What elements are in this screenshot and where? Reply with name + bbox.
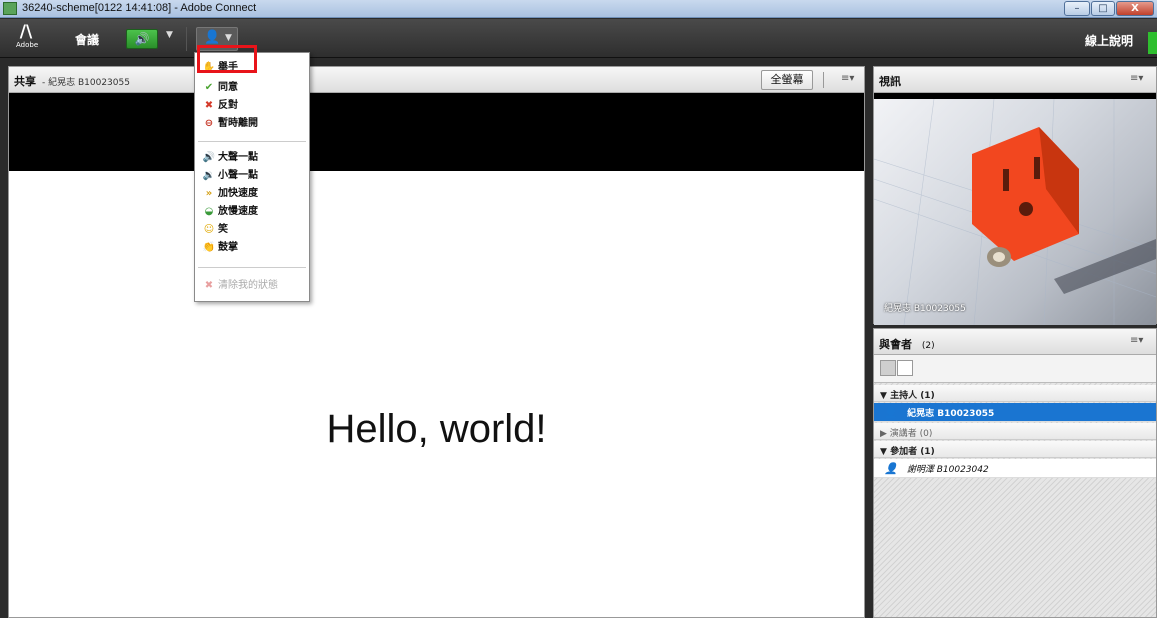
status-dropdown-icon: ▼ bbox=[225, 33, 232, 43]
share-pod-header: 共享 - 紀晃志 B10023055 全螢幕 ≡▾ bbox=[9, 67, 864, 93]
applause-icon: 👏 bbox=[202, 242, 216, 253]
share-pod-title: 共享 - 紀晃志 B10023055 bbox=[14, 73, 130, 89]
attendees-pod-menu-icon[interactable]: ≡▾ bbox=[1130, 335, 1143, 346]
share-pod-menu-icon[interactable]: ≡▾ bbox=[841, 73, 854, 84]
video-feed-image bbox=[874, 99, 1156, 325]
close-button[interactable]: X bbox=[1116, 1, 1154, 16]
attendees-count: (2) bbox=[921, 341, 935, 351]
clear-status-icon: ✖ bbox=[204, 280, 214, 291]
group-presenters[interactable]: ▶ 演講者 (0) bbox=[874, 423, 1156, 440]
share-pod: 共享 - 紀晃志 B10023055 全螢幕 ≡▾ Hello, world! bbox=[8, 66, 865, 618]
softer-icon: 🔉 bbox=[202, 170, 216, 181]
attendees-pod-header: 與會者 (2) ≡▾ bbox=[874, 329, 1156, 355]
speed-up-icon: » bbox=[205, 188, 213, 199]
attendees-title-text: 與會者 bbox=[879, 338, 912, 351]
step-away-icon: ⊖ bbox=[204, 118, 214, 129]
speaker-dropdown-icon[interactable]: ▼ bbox=[166, 30, 173, 40]
menu-item-softer[interactable]: 🔉 小聲一點 bbox=[195, 167, 309, 185]
disagree-icon: ✖ bbox=[204, 100, 214, 111]
window-title: 36240-scheme[0122 14:41:08] - Adobe Conn… bbox=[22, 2, 257, 14]
menu-item-label: 清除我的狀態 bbox=[218, 280, 278, 291]
menu-item-label: 暫時離開 bbox=[218, 118, 258, 129]
menu-item-label: 笑 bbox=[218, 224, 228, 235]
video-pod-header: 視訊 ≡▾ bbox=[874, 67, 1156, 93]
attendees-pod-title: 與會者 (2) bbox=[879, 336, 935, 352]
group-label: 參加者 (1) bbox=[890, 447, 935, 457]
group-hosts[interactable]: ▼ 主持人 (1) bbox=[874, 385, 1156, 402]
status-view-icon[interactable] bbox=[897, 360, 913, 376]
list-view-icon[interactable] bbox=[880, 360, 896, 376]
fullscreen-button[interactable]: 全螢幕 bbox=[761, 70, 813, 90]
menu-separator bbox=[198, 141, 306, 142]
attendees-pod: 與會者 (2) ≡▾ ▼ 主持人 (1) 👤 紀晃志 B10023055 ▶ 演… bbox=[873, 328, 1157, 618]
menu-item-label: 大聲一點 bbox=[218, 152, 258, 163]
video-pod-title: 視訊 bbox=[879, 75, 901, 88]
menu-item-label: 加快速度 bbox=[218, 188, 258, 199]
person-status-icon: 👤 bbox=[204, 30, 221, 45]
shared-content-text: Hello, world! bbox=[326, 407, 547, 451]
meeting-menu[interactable]: 會議 bbox=[75, 31, 99, 48]
attendee-name: 紀晃志 B10023055 bbox=[907, 409, 995, 419]
menu-item-louder[interactable]: 🔊 大聲一點 bbox=[195, 149, 309, 167]
menubar-divider bbox=[186, 27, 187, 51]
expand-arrow-icon: ▼ bbox=[880, 447, 887, 457]
menu-item-label: 放慢速度 bbox=[218, 206, 258, 217]
menu-item-label: 同意 bbox=[218, 82, 238, 93]
app-icon bbox=[3, 2, 17, 15]
menu-item-disagree[interactable]: ✖ 反對 bbox=[195, 97, 309, 115]
group-label: 演講者 (0) bbox=[889, 429, 933, 439]
share-pod-presenter: - 紀晃志 B10023055 bbox=[42, 78, 130, 88]
speaker-button[interactable]: 🔊 bbox=[126, 29, 158, 49]
collapse-arrow-icon: ▶ bbox=[880, 429, 887, 439]
share-content-header-band bbox=[9, 93, 864, 171]
expand-arrow-icon: ▼ bbox=[880, 391, 887, 401]
app-menubar: /\ Adobe 會議 🔊 ▼ 👤 ▼ 線上說明 bbox=[0, 19, 1157, 58]
adobe-logo: /\ Adobe bbox=[16, 22, 39, 53]
maximize-button[interactable]: □ bbox=[1091, 1, 1115, 16]
attendee-name: 謝明澤 B10023042 bbox=[906, 465, 989, 475]
video-pod: 視訊 ≡▾ 紀晃志 B10023055 bbox=[873, 66, 1157, 325]
menu-item-step-away[interactable]: ⊖ 暫時離開 bbox=[195, 115, 309, 133]
laugh-icon: ☺ bbox=[203, 224, 215, 235]
share-pod-title-text: 共享 bbox=[14, 75, 36, 88]
video-feed: 紀晃志 B10023055 bbox=[874, 99, 1156, 325]
menu-item-label: 鼓掌 bbox=[218, 242, 238, 253]
adobe-logo-text: Adobe bbox=[16, 41, 39, 49]
menu-item-label: 反對 bbox=[218, 100, 238, 111]
participant-icon: 👤 bbox=[884, 462, 898, 475]
share-header-divider bbox=[823, 72, 824, 88]
menu-item-agree[interactable]: ✔ 同意 bbox=[195, 79, 309, 97]
louder-icon: 🔊 bbox=[202, 152, 216, 163]
speaker-icon: 🔊 bbox=[134, 32, 150, 46]
online-help-link[interactable]: 線上說明 bbox=[1085, 32, 1133, 49]
window-title-bar: 36240-scheme[0122 14:41:08] - Adobe Conn… bbox=[0, 0, 1157, 18]
video-pod-menu-icon[interactable]: ≡▾ bbox=[1130, 73, 1143, 84]
menu-item-label: 小聲一點 bbox=[218, 170, 258, 181]
status-dropdown-menu: ✋ 舉手 ✔ 同意 ✖ 反對 ⊖ 暫時離開 🔊 大聲一點 🔉 小聲一點 » 加快速度 ◒ 放慢速… bbox=[194, 52, 310, 302]
adobe-logo-icon: /\ bbox=[19, 22, 33, 42]
group-participants[interactable]: ▼ 參加者 (1) bbox=[874, 441, 1156, 458]
menu-item-clear-status[interactable]: ✖ 清除我的狀態 bbox=[195, 277, 309, 295]
menu-separator bbox=[198, 267, 306, 268]
attendee-row-participant[interactable]: 👤 謝明澤 B10023042 bbox=[874, 459, 1156, 478]
attendee-row-host[interactable]: 👤 紀晃志 B10023055 bbox=[874, 403, 1156, 422]
slow-down-icon: ◒ bbox=[204, 206, 214, 217]
menu-item-speed-up[interactable]: » 加快速度 bbox=[195, 185, 309, 203]
minimize-button[interactable]: – bbox=[1064, 1, 1090, 16]
menu-item-slow-down[interactable]: ◒ 放慢速度 bbox=[195, 203, 309, 221]
group-label: 主持人 (1) bbox=[890, 391, 935, 401]
agree-icon: ✔ bbox=[204, 82, 214, 93]
attendees-view-toolbar bbox=[874, 355, 1156, 383]
annotation-highlight-box bbox=[197, 45, 257, 73]
menu-item-applause[interactable]: 👏 鼓掌 bbox=[195, 239, 309, 257]
host-icon: 👤 bbox=[884, 406, 898, 419]
menu-item-laugh[interactable]: ☺ 笑 bbox=[195, 221, 309, 239]
connection-indicator bbox=[1148, 32, 1157, 54]
video-participant-name: 紀晃志 B10023055 bbox=[884, 304, 966, 314]
